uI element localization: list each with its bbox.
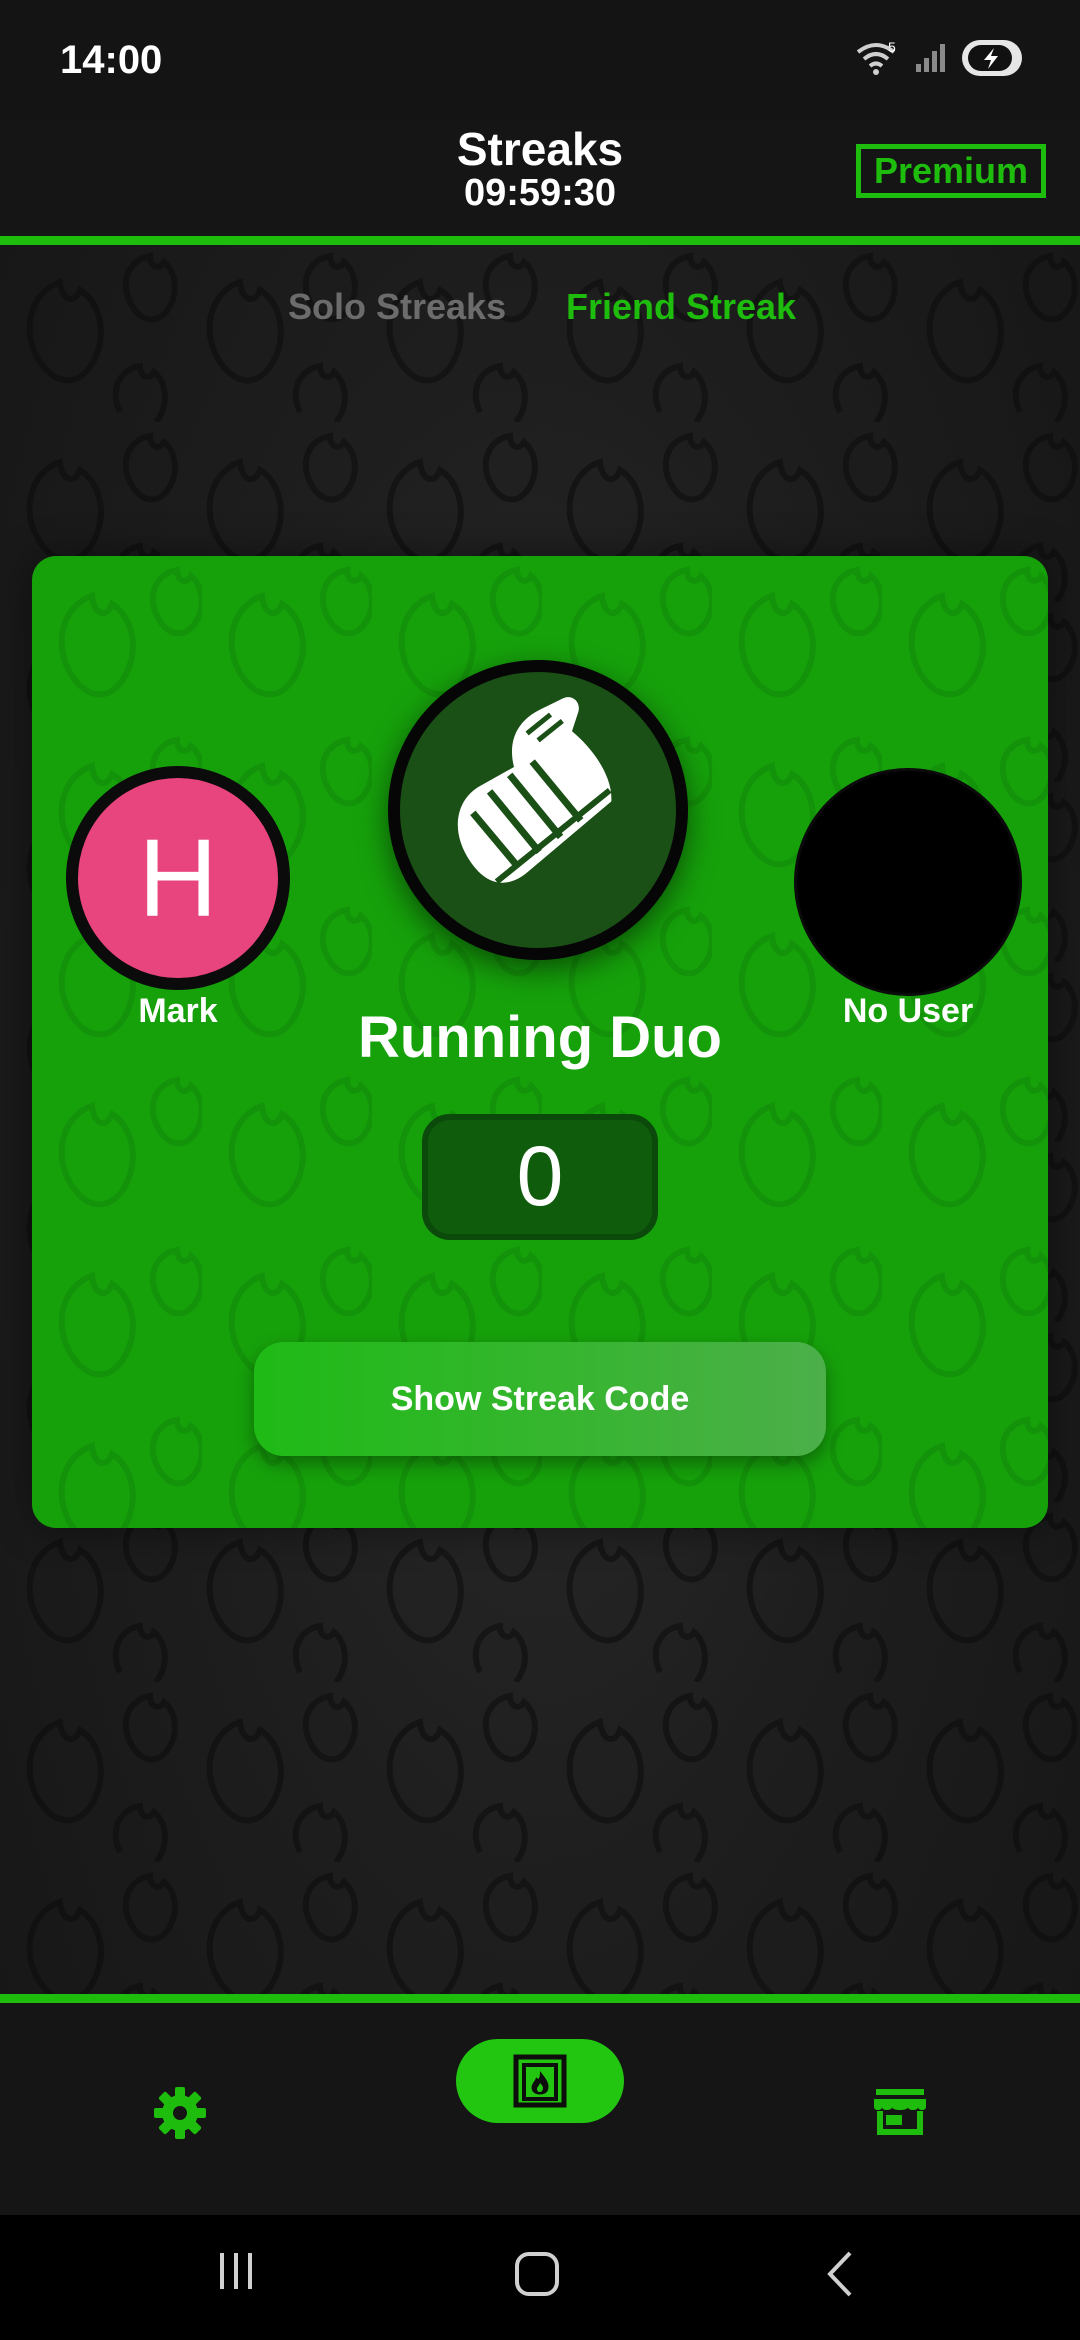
wifi-badge: 5	[888, 40, 896, 55]
app-header: Streaks 09:59:30 Premium	[0, 120, 1080, 236]
streak-title: Running Duo	[357, 1005, 722, 1070]
show-streak-code-button[interactable]: Show Streak Code	[254, 1342, 826, 1456]
header-divider	[0, 236, 1080, 245]
system-nav-bar	[0, 2215, 1080, 2340]
home-icon[interactable]	[512, 2249, 562, 2299]
status-icons: 5	[854, 38, 1024, 78]
friend-streak-screen: 14:00 5 Streaks 09:59:30 Premium Solo St…	[0, 0, 1080, 2340]
gear-icon[interactable]	[150, 2083, 210, 2143]
user-avatar-right-empty[interactable]	[794, 768, 1022, 996]
nav-streaks-button[interactable]	[456, 2039, 624, 2123]
bottom-nav-divider	[0, 1994, 1080, 2003]
running-shoe-icon	[457, 697, 612, 885]
fireplace-icon	[513, 2054, 567, 2108]
tab-friend-streak[interactable]: Friend Streak	[566, 286, 796, 328]
bottom-nav	[0, 2003, 1080, 2215]
signal-icon	[916, 44, 945, 72]
friend-streak-card: H Mark No User Running Duo 0 Show Streak…	[32, 556, 1048, 1528]
streak-count: 0	[422, 1114, 658, 1240]
wifi-icon: 5	[856, 40, 896, 75]
streak-icon-circle	[388, 660, 688, 960]
premium-button[interactable]: Premium	[856, 144, 1046, 198]
back-icon[interactable]	[820, 2249, 860, 2299]
status-bar: 14:00 5	[0, 0, 1080, 120]
tab-solo-streaks[interactable]: Solo Streaks	[288, 286, 506, 328]
battery-charging-icon	[962, 40, 1022, 76]
user-avatar-left[interactable]: H	[66, 766, 290, 990]
recent-apps-icon[interactable]	[214, 2249, 258, 2293]
store-icon[interactable]	[872, 2087, 928, 2137]
status-time: 14:00	[60, 38, 163, 82]
